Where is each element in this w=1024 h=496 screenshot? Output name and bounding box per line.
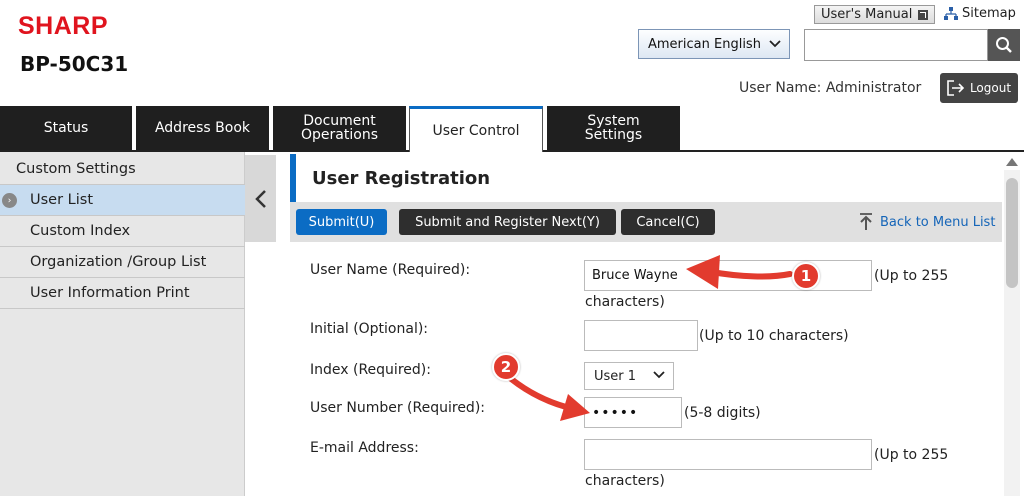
user-number-hint: (5-8 digits) [684,405,761,421]
tab-address-book[interactable]: Address Book [136,106,269,150]
chevron-down-icon [653,371,665,379]
user-name-label: User Name (Required): [310,262,471,278]
page-title-bar: User Registration [290,154,1002,202]
user-name-hint-cont: characters) [585,294,665,310]
submit-register-next-button[interactable]: Submit and Register Next(Y) [399,209,616,235]
user-name-field[interactable]: Bruce Wayne [584,260,872,291]
users-manual-label: User's Manual [821,7,913,22]
search-input[interactable] [804,29,988,61]
annotation-badge-1: 1 [792,262,820,290]
tab-user-control[interactable]: User Control [409,106,543,152]
page-title: User Registration [312,168,491,189]
logout-label: Logout [969,81,1012,95]
chevron-right-circle-icon: › [2,193,17,208]
users-manual-button[interactable]: User's Manual [814,5,936,24]
tab-status[interactable]: Status [0,106,132,150]
index-label: Index (Required): [310,362,431,378]
back-arrow-icon [860,213,872,230]
email-hint: (Up to 255 [874,447,949,463]
initial-field[interactable] [584,320,698,351]
sidebar-item-user-list[interactable]: › User List [0,185,245,216]
sidebar: Custom Settings › User List Custom Index… [0,152,245,496]
sidebar-item-label: User List [30,192,94,208]
sidebar-item-organization-group-list[interactable]: Organization /Group List [0,247,245,278]
back-to-menu-link[interactable]: Back to Menu List [858,213,995,231]
email-hint-cont: characters) [585,473,665,489]
user-name-hint: (Up to 255 [874,268,949,284]
tab-document-operations[interactable]: Document Operations [273,106,406,150]
sidebar-item-custom-index[interactable]: Custom Index [0,216,245,247]
sitemap-icon [944,6,958,20]
logout-button[interactable]: Logout [940,73,1018,103]
scrollbar-thumb[interactable] [1006,178,1018,288]
collapse-sidebar-button[interactable] [245,155,276,242]
main-tabs: Status Address Book Document Operations … [0,106,1024,152]
logout-icon [947,80,965,96]
user-number-label: User Number (Required): [310,400,485,416]
cancel-button[interactable]: Cancel(C) [621,209,715,235]
search-icon [996,37,1012,53]
language-select[interactable]: American English [638,29,790,59]
scroll-up-arrow[interactable] [1006,158,1018,166]
initial-label: Initial (Optional): [310,321,429,337]
language-value: American English [648,36,761,52]
index-select[interactable]: User 1 [584,362,674,390]
device-model: BP-50C31 [20,52,129,76]
sidebar-item-user-information-print[interactable]: User Information Print [0,278,245,309]
user-number-field[interactable]: ••••• [584,397,682,428]
email-field[interactable] [584,439,872,470]
back-to-menu-label: Back to Menu List [880,214,996,230]
annotation-badge-2: 2 [492,353,520,381]
email-label: E-mail Address: [310,440,419,456]
sharp-logo: SHARP [18,12,109,40]
sidebar-header-custom-settings[interactable]: Custom Settings [0,154,245,185]
sitemap-label: Sitemap [962,6,1016,21]
sitemap-link[interactable]: Sitemap [944,6,1016,21]
index-value: User 1 [594,368,637,384]
chevron-down-icon [769,40,781,48]
current-user: User Name: Administrator [739,80,922,96]
submit-button[interactable]: Submit(U) [296,209,387,235]
initial-hint: (Up to 10 characters) [699,328,849,344]
external-link-icon [918,9,929,20]
search-button[interactable] [988,29,1020,61]
annotation-arrow-2 [507,375,577,412]
chevron-left-icon [254,189,266,208]
tab-system-settings[interactable]: System Settings [547,106,680,150]
